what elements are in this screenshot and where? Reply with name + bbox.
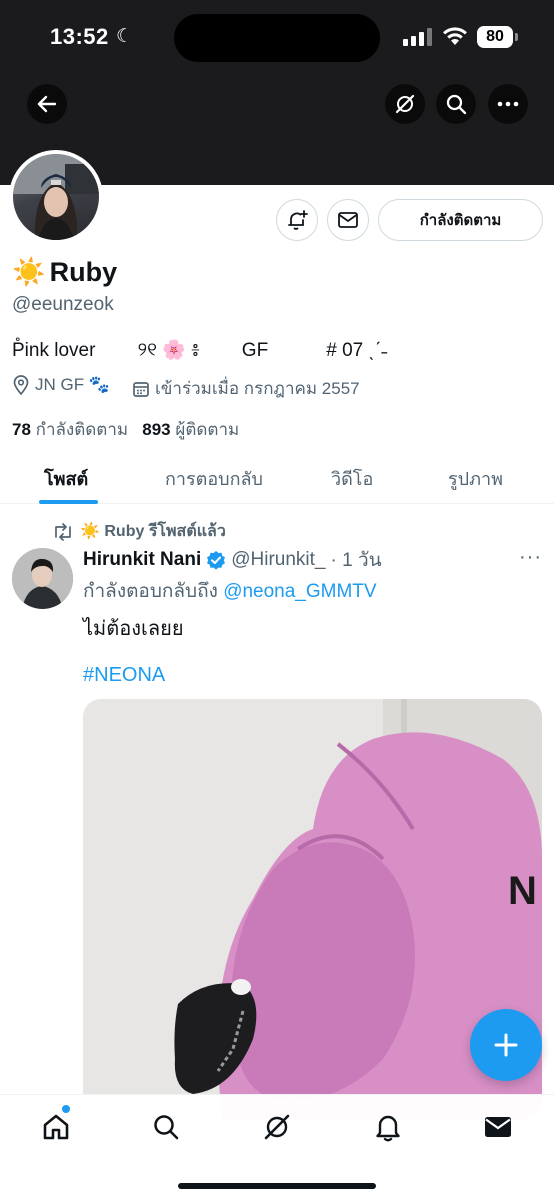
followers-link[interactable]: 893 ผู้ติดตาม <box>142 420 239 439</box>
nav-messages[interactable] <box>482 1111 514 1143</box>
nav-grok[interactable] <box>261 1111 293 1143</box>
following-button[interactable]: กำลังติดตาม <box>378 199 543 241</box>
post-author-avatar[interactable] <box>12 548 73 609</box>
mail-icon <box>485 1117 511 1137</box>
tab-videos[interactable]: วิดีโอ <box>331 464 373 493</box>
following-label: กำลังติดตาม <box>35 420 129 439</box>
profile-bio: P̊ink lover ୨୧ 🌸 ៖ GF # 07 ˎˊ˗ <box>12 340 388 361</box>
sun-emoji-icon: ☀️ <box>12 257 46 287</box>
nav-search[interactable] <box>150 1111 182 1143</box>
nav-home[interactable] <box>40 1111 72 1143</box>
signal-icon <box>403 28 433 46</box>
profile-tabs: โพสต์ การตอบกลับ วิดีโอ รูปภาพ <box>0 446 554 504</box>
follow-counts: 78 กำลังติดตาม 893 ผู้ติดตาม <box>12 416 239 443</box>
post-header: Hirunkit Nani @Hirunkit_ · 1 วัน <box>83 545 382 575</box>
back-button[interactable] <box>27 84 67 124</box>
joined-text: เข้าร่วมเมื่อ กรกฎาคม 2557 <box>155 379 360 398</box>
post-time[interactable]: · 1 วัน <box>331 545 382 575</box>
location-text: JN GF 🐾 <box>35 375 110 394</box>
active-tab-indicator <box>39 500 98 504</box>
verified-icon <box>207 551 226 570</box>
wifi-icon <box>443 27 467 45</box>
location-icon <box>13 375 29 395</box>
mail-icon <box>338 212 358 228</box>
repost-text: ☀️ Ruby รีโพสต์แล้ว <box>80 523 226 540</box>
reply-to-prefix: กำลังตอบกลับถึง <box>83 581 218 602</box>
moon-icon: ☾ <box>116 26 134 47</box>
grok-icon <box>395 94 415 114</box>
bottom-navigation <box>0 1094 554 1200</box>
reply-to-line: กำลังตอบกลับถึง @neona_GMMTV <box>83 576 377 606</box>
calendar-icon <box>133 381 149 397</box>
following-count: 78 <box>12 420 31 439</box>
home-notification-dot <box>62 1105 70 1113</box>
post-more-button[interactable]: ··· <box>519 546 542 569</box>
notification-subscribe-button[interactable] <box>276 199 318 241</box>
post-text: ไม่ต้องเลยย <box>83 618 184 640</box>
tab-photos[interactable]: รูปภาพ <box>448 464 503 493</box>
more-button[interactable] <box>488 84 528 124</box>
status-bar: 13:52 ☾ 80 <box>0 0 554 76</box>
status-time: 13:52 <box>50 24 109 49</box>
compose-button[interactable] <box>470 1009 542 1081</box>
grok-icon <box>264 1114 290 1140</box>
tab-replies[interactable]: การตอบกลับ <box>165 464 263 493</box>
profile-avatar[interactable] <box>9 150 103 244</box>
message-button[interactable] <box>327 199 369 241</box>
avatar-image <box>13 154 99 240</box>
notification-bell-plus-icon <box>288 210 308 230</box>
followers-count: 893 <box>142 420 171 439</box>
home-icon <box>43 1114 69 1140</box>
grok-button[interactable] <box>385 84 425 124</box>
more-icon <box>497 101 519 107</box>
post-author-name[interactable]: Hirunkit Nani <box>83 549 201 571</box>
search-icon <box>154 1115 179 1140</box>
reply-to-mention[interactable]: @neona_GMMTV <box>223 581 376 602</box>
repost-icon <box>55 522 71 541</box>
followers-label: ผู้ติดตาม <box>175 420 240 439</box>
plus-icon <box>494 1033 518 1057</box>
dynamic-island <box>174 14 380 62</box>
bell-icon <box>376 1115 400 1142</box>
svg-text:N: N <box>508 869 537 913</box>
nav-notifications[interactable] <box>372 1111 404 1143</box>
profile-location: JN GF 🐾 <box>12 375 110 395</box>
following-link[interactable]: 78 กำลังติดตาม <box>12 420 128 439</box>
search-button[interactable] <box>436 84 476 124</box>
repost-indicator[interactable]: ☀️ Ruby รีโพสต์แล้ว <box>52 519 226 544</box>
profile-name: ☀️ Ruby <box>12 256 117 288</box>
battery-indicator: 80 <box>477 26 518 48</box>
back-arrow-icon <box>37 95 57 113</box>
profile-name-text: Ruby <box>49 256 118 287</box>
search-icon <box>446 94 467 115</box>
post-hashtag[interactable]: #NEONA <box>83 664 165 687</box>
profile-handle: @eeunzeok <box>12 294 114 315</box>
profile-joined: เข้าร่วมเมื่อ กรกฎาคม 2557 <box>132 375 360 402</box>
post-author-handle[interactable]: @Hirunkit_ <box>231 549 325 571</box>
tab-posts[interactable]: โพสต์ <box>44 464 88 493</box>
home-indicator <box>178 1183 376 1189</box>
